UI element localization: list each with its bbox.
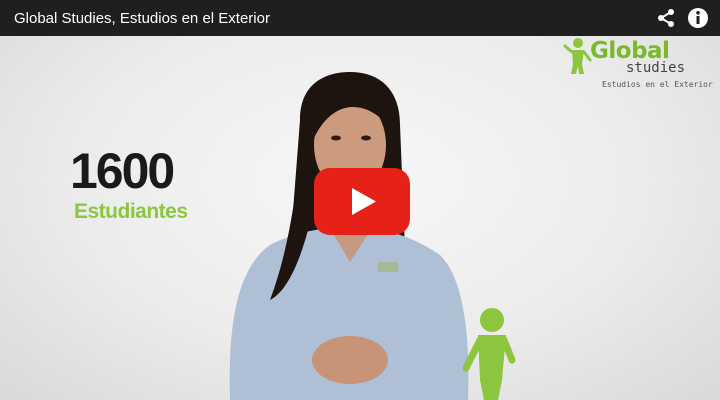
video-player[interactable]: Global Studies, Estudios en el Exterior [0,0,720,400]
stat-number: 1600 [70,143,175,199]
share-icon[interactable] [654,6,678,30]
video-title[interactable]: Global Studies, Estudios en el Exterior [14,10,270,27]
global-studies-logo: Global studies Estudios en el Exterior [562,34,713,94]
top-bar-actions [654,6,710,30]
play-icon [314,168,410,235]
mascot-logo-icon [563,38,592,74]
play-button[interactable] [314,168,410,235]
logo-text-studies: studies [626,60,686,76]
video-top-bar: Global Studies, Estudios en el Exterior [0,0,720,36]
stat-label: Estudiantes [74,200,188,223]
logo-tagline: Estudios en el Exterior [602,80,713,89]
info-icon[interactable] [686,6,710,30]
